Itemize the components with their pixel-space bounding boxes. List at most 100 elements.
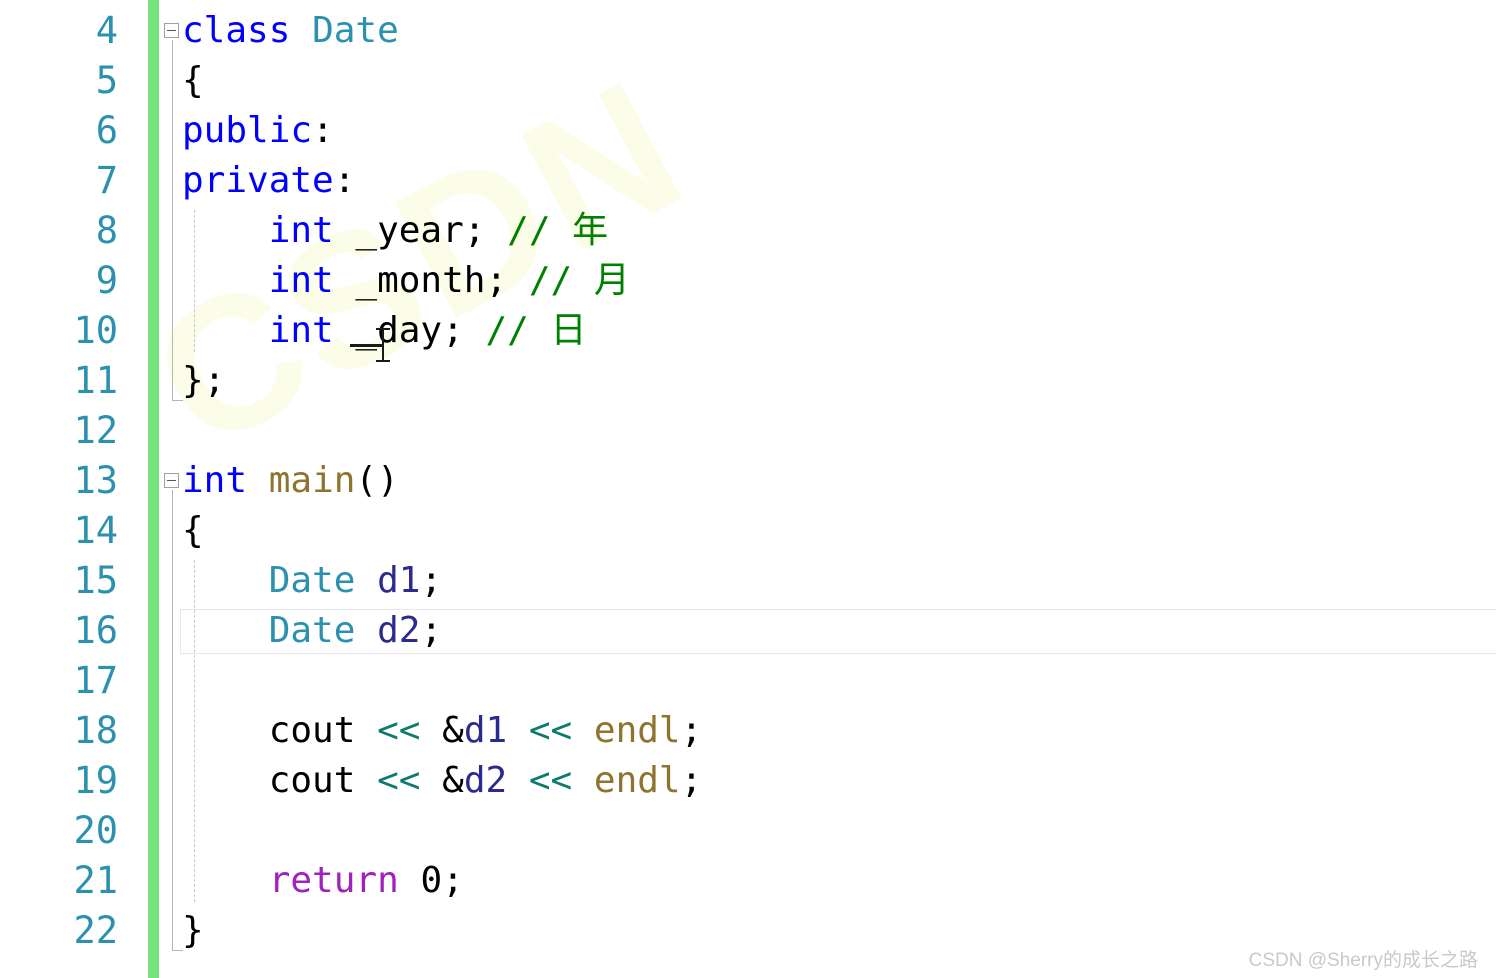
code-token-kw: int	[182, 460, 248, 501]
code-token-punc: }	[182, 910, 204, 951]
line-number: 4	[95, 9, 118, 52]
code-line[interactable]	[159, 406, 1496, 456]
code-token-punc: ()	[355, 460, 399, 501]
code-line[interactable]: public:	[159, 106, 1496, 156]
line-number: 9	[95, 259, 118, 302]
code-token-func: endl	[593, 710, 681, 751]
code-line[interactable]: int _month; // 月	[159, 256, 1496, 306]
code-token-punc: ;	[463, 210, 486, 251]
line-number: 5	[95, 59, 118, 102]
line-number: 11	[73, 359, 118, 402]
code-token-punc: ;	[485, 260, 508, 301]
code-line[interactable]: class Date	[159, 6, 1496, 56]
line-number: 6	[95, 109, 118, 152]
code-token-op: <<	[377, 760, 421, 801]
code-text-layer[interactable]: class Date{public: private: int _year; //…	[159, 0, 1496, 978]
code-token-kw: int	[268, 310, 334, 351]
code-token-punc: {	[182, 60, 204, 101]
code-line[interactable]	[159, 656, 1496, 706]
code-token-func: endl	[593, 760, 681, 801]
line-number: 10	[73, 309, 118, 352]
line-number: 15	[73, 559, 118, 602]
code-token-var: d1	[377, 560, 421, 601]
indent-guide	[194, 210, 195, 352]
code-token-punc: ;	[680, 760, 703, 801]
code-token-punc: ;	[442, 310, 464, 351]
code-token-plain: 0	[420, 860, 443, 901]
code-line-text: public:	[182, 106, 334, 156]
code-token-plain: cout	[268, 710, 356, 751]
line-number: 18	[73, 709, 118, 752]
code-line[interactable]: {	[159, 56, 1496, 106]
code-token-type: Date	[268, 560, 356, 601]
line-number: 17	[73, 659, 118, 702]
code-line[interactable]: Date d1;	[159, 556, 1496, 606]
block-structure-guide	[172, 490, 173, 950]
code-token-ret: return	[268, 860, 399, 901]
block-structure-guide-foot	[172, 950, 183, 951]
code-line-text: cout << &d2 << endl;	[182, 756, 703, 806]
code-token-punc: ;	[442, 860, 464, 901]
code-line-text: cout << &d1 << endl;	[182, 706, 703, 756]
code-token-op: <<	[377, 710, 421, 751]
line-number: 22	[73, 909, 118, 952]
fold-collapse-icon[interactable]	[164, 473, 179, 488]
line-number-gutter[interactable]: 4 5 6 7 8 9 10 11 12 13 14 15 16 17 18 19 20 21 22	[0, 0, 148, 978]
code-editor-viewport: CSDN 4 5 6 7 8 9 10 11 12 13 14 15 16 17 18 19 20 21 22 cl…	[0, 0, 1496, 978]
code-line-text: };	[182, 356, 225, 406]
code-token-kw: public	[182, 110, 313, 151]
code-line-text: int _month; // 月	[182, 256, 630, 306]
indent-guide	[194, 560, 195, 902]
line-number: 19	[73, 759, 118, 802]
code-line[interactable]: int main()	[159, 456, 1496, 506]
code-token-plain: &	[420, 710, 464, 751]
line-number: 12	[73, 409, 118, 452]
code-line-text: int _year; // 年	[182, 206, 608, 256]
code-token-func: main	[268, 460, 356, 501]
code-line[interactable]: cout << &d2 << endl;	[159, 756, 1496, 806]
code-line[interactable]: int _year; // 年	[159, 206, 1496, 256]
code-line-text: return 0;	[182, 856, 464, 906]
line-number: 14	[73, 509, 118, 552]
code-line[interactable]	[159, 806, 1496, 856]
code-line[interactable]: cout << &d1 << endl;	[159, 706, 1496, 756]
code-line[interactable]: {	[159, 506, 1496, 556]
code-line[interactable]: int _day; // 日	[159, 306, 1496, 356]
code-line[interactable]: return 0;	[159, 856, 1496, 906]
change-indicator-bar	[148, 0, 159, 978]
code-line-text: int main()	[182, 456, 399, 506]
code-token-type: Date	[312, 10, 399, 51]
code-token-cmt: // 月	[528, 260, 630, 301]
code-token-punc: :	[333, 160, 356, 201]
line-number: 21	[73, 859, 118, 902]
code-token-op: <<	[528, 710, 573, 751]
code-line[interactable]: private:	[159, 156, 1496, 206]
line-number: 16	[73, 609, 118, 652]
line-number: 20	[73, 809, 118, 852]
code-line-text: Date d1;	[182, 556, 442, 606]
code-token-kw: int	[268, 260, 334, 301]
code-token-plain: _day	[333, 310, 443, 351]
code-line-text: int _day; // 日	[182, 306, 587, 356]
fold-collapse-icon[interactable]	[164, 23, 179, 38]
code-line[interactable]: };	[159, 356, 1496, 406]
code-token-kw: private	[182, 160, 334, 201]
code-token-plain: _month	[333, 260, 486, 301]
